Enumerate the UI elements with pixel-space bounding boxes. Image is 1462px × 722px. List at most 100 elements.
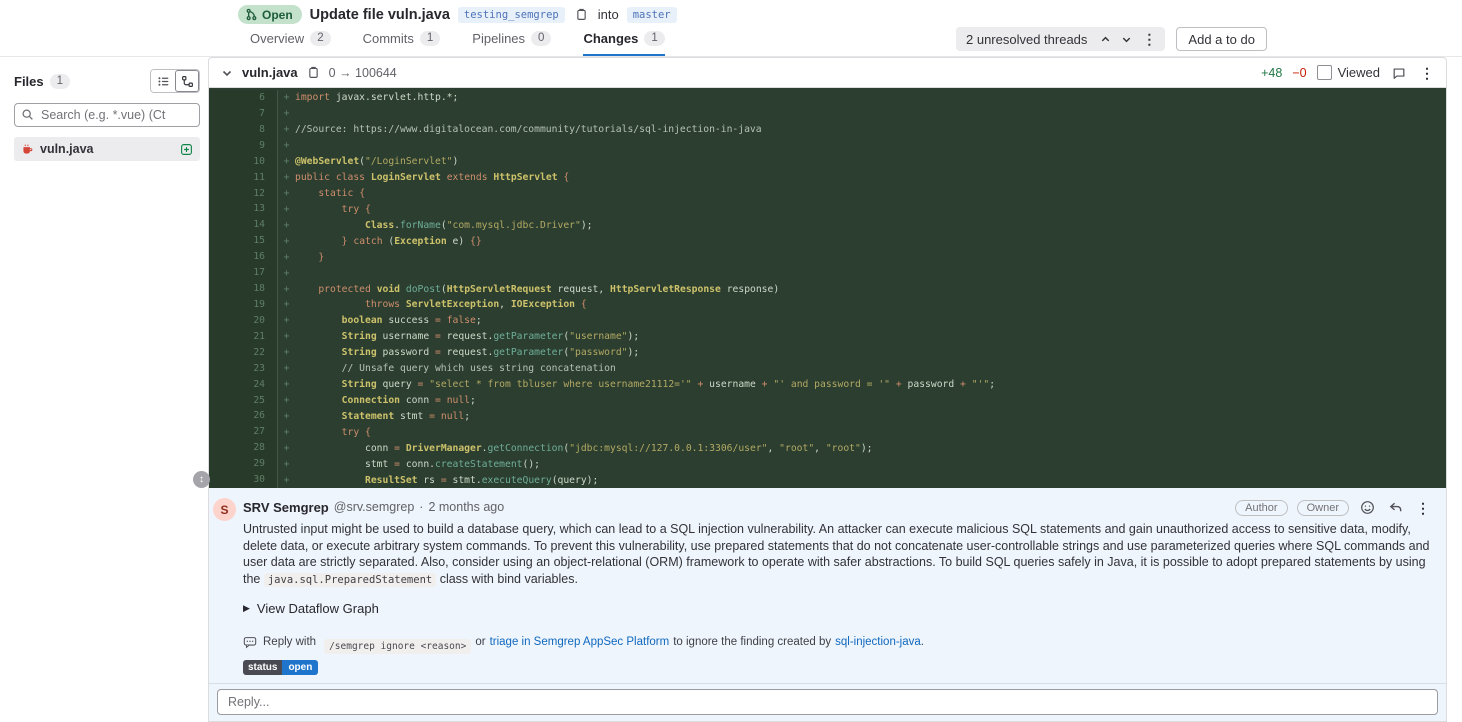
line-number[interactable]: 24 — [209, 376, 278, 393]
mr-title-row: Open Update file vuln.java testing_semgr… — [0, 0, 1462, 26]
line-number[interactable]: 7 — [209, 105, 278, 122]
added-line-sign: + — [283, 379, 290, 391]
line-number[interactable]: 16 — [209, 249, 278, 266]
reply-hint-suffix: . — [920, 635, 924, 648]
diff-main: vuln.java 0 → 100644 +48 −0 Viewed ⋮ 6 +… — [208, 57, 1462, 722]
tab-label: Changes — [583, 30, 639, 46]
copy-branch-button[interactable] — [573, 6, 590, 23]
diff-line: 30 + ResultSet rs = stmt.executeQuery(que… — [209, 472, 1446, 488]
tree-view-button[interactable] — [175, 70, 199, 92]
files-header: Files 1 — [14, 69, 200, 93]
file-browser-sidebar: Files 1 Search (e.g. *.vue) (Ct vuln.jav… — [0, 57, 208, 722]
tab-label: Commits — [362, 30, 414, 46]
line-number[interactable]: 10 — [209, 153, 278, 170]
tab-overview[interactable]: Overview 2 — [250, 26, 331, 56]
added-line-sign: + — [283, 124, 290, 136]
added-line-sign: + — [283, 156, 290, 168]
diff-line: 18 + protected void doPost(HttpServletReq… — [209, 281, 1446, 297]
reply-hint-middle2: to ignore the finding created by — [673, 635, 832, 648]
smiley-icon — [1361, 501, 1374, 514]
line-number[interactable]: 12 — [209, 185, 278, 202]
file-name: vuln.java — [40, 142, 94, 156]
mr-title: Update file vuln.java — [309, 6, 450, 23]
tab-changes[interactable]: Changes 1 — [583, 26, 665, 56]
java-file-icon — [23, 143, 33, 154]
file-options-button[interactable]: ⋮ — [1418, 65, 1436, 81]
file-search-input[interactable] — [14, 103, 200, 127]
author-role-badge: Author — [1235, 499, 1288, 516]
line-number[interactable]: 22 — [209, 344, 278, 361]
dataflow-graph-toggle[interactable]: ▶ View Dataflow Graph — [243, 601, 1432, 616]
expand-lines-button[interactable]: ↕ — [193, 471, 210, 488]
code-text: @WebServlet("/LoginServlet") — [295, 156, 459, 168]
added-line-sign: + — [283, 299, 290, 311]
avatar[interactable]: S — [213, 498, 236, 521]
code-text: static { — [318, 187, 366, 199]
line-number[interactable]: 11 — [209, 169, 278, 186]
next-thread-button[interactable] — [1116, 31, 1137, 48]
author-handle[interactable]: @srv.semgrep — [334, 500, 415, 514]
reply-button[interactable] — [1386, 498, 1405, 517]
note-options-button[interactable]: ⋮ — [1414, 500, 1432, 516]
line-number[interactable]: 18 — [209, 281, 278, 297]
line-number[interactable]: 15 — [209, 233, 278, 250]
chevron-down-icon — [222, 70, 232, 76]
tab-pipelines[interactable]: Pipelines 0 — [472, 26, 552, 56]
line-number[interactable]: 14 — [209, 217, 278, 234]
author-name[interactable]: SRV Semgrep — [243, 500, 329, 515]
line-number[interactable]: 8 — [209, 121, 278, 138]
tab-commits[interactable]: Commits 1 — [363, 26, 441, 56]
threads-menu-button[interactable]: ⋮ — [1137, 30, 1161, 48]
added-line-sign: + — [283, 140, 290, 152]
files-count-badge: 1 — [49, 73, 71, 89]
chevron-up-icon — [1102, 36, 1110, 41]
rule-link[interactable]: sql-injection-java — [835, 636, 921, 648]
code-text: String query = "select * from tbluser wh… — [341, 379, 996, 391]
collapse-file-button[interactable] — [219, 65, 235, 81]
code-text: conn = DriverManager.getConnection("jdbc… — [295, 442, 873, 454]
list-view-button[interactable] — [151, 70, 175, 92]
viewed-toggle[interactable]: Viewed — [1316, 65, 1380, 80]
line-number[interactable]: 29 — [209, 456, 278, 473]
code-text: Connection conn = null; — [341, 394, 476, 406]
diff-line: 19 + throws ServletException, IOException… — [209, 296, 1446, 313]
diff-file-card: vuln.java 0 → 100644 +48 −0 Viewed ⋮ 6 +… — [208, 57, 1447, 722]
diff-line: 6 + import javax.servlet.http.*; — [209, 90, 1446, 106]
add-reaction-button[interactable] — [1358, 498, 1377, 517]
target-branch-chip[interactable]: master — [626, 6, 677, 23]
copy-path-button[interactable] — [305, 64, 322, 81]
line-number[interactable]: 27 — [209, 424, 278, 441]
diff-file-name[interactable]: vuln.java — [242, 65, 298, 80]
line-number[interactable]: 6 — [209, 90, 278, 106]
added-line-sign: + — [283, 347, 290, 359]
line-number[interactable]: 30 — [209, 472, 278, 488]
mr-state-badge: Open — [238, 5, 302, 24]
viewed-checkbox[interactable] — [1316, 65, 1332, 80]
reply-input[interactable] — [217, 689, 1438, 715]
line-number[interactable]: 19 — [209, 296, 278, 313]
file-tree-item[interactable]: vuln.java — [14, 137, 200, 161]
line-number[interactable]: 20 — [209, 312, 278, 329]
line-number[interactable]: 28 — [209, 440, 278, 457]
added-line-sign: + — [283, 235, 290, 247]
triage-platform-link[interactable]: triage in Semgrep AppSec Platform — [490, 636, 670, 648]
line-number[interactable]: 9 — [209, 137, 278, 154]
previous-thread-button[interactable] — [1095, 31, 1116, 48]
file-comment-button[interactable] — [1390, 64, 1408, 82]
line-number[interactable]: 25 — [209, 392, 278, 409]
reply-hint-middle: or — [475, 635, 486, 648]
line-number[interactable]: 26 — [209, 408, 278, 425]
note-text: Untrusted input might be used to build a… — [243, 521, 1432, 588]
line-number[interactable]: 23 — [209, 360, 278, 377]
note-text-part2: class with bind variables. — [436, 571, 578, 586]
add-todo-button[interactable]: Add a to do — [1176, 27, 1267, 51]
code-text: ResultSet rs = stmt.executeQuery(query); — [365, 474, 599, 486]
tree-view-icon — [181, 75, 193, 87]
line-number[interactable]: 13 — [209, 201, 278, 218]
added-line-sign: + — [283, 219, 290, 231]
reply-section — [209, 683, 1446, 721]
note-timestamp[interactable]: 2 months ago — [428, 500, 504, 514]
line-number[interactable]: 17 — [209, 265, 278, 282]
line-number[interactable]: 21 — [209, 328, 278, 345]
source-branch-chip[interactable]: testing_semgrep — [457, 6, 565, 23]
